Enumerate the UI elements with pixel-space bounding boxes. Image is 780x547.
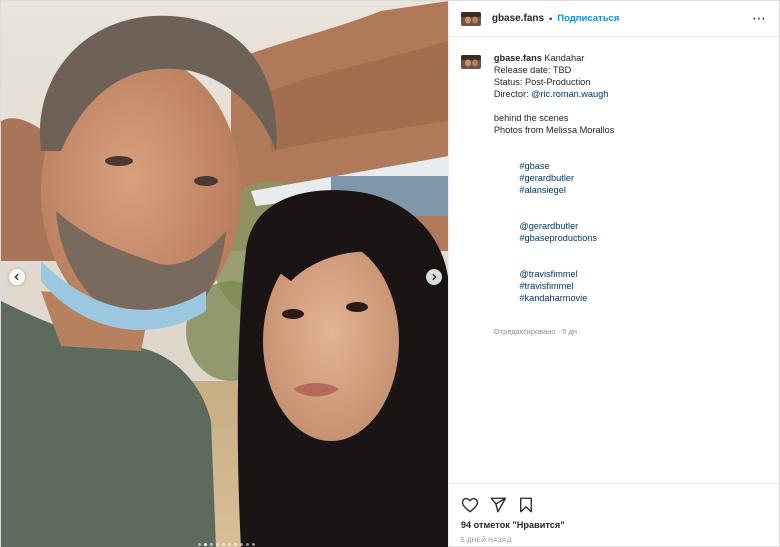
hashtag-link[interactable]: #gerardbutler bbox=[519, 173, 574, 183]
post-actions: 94 отметок "Нравится" 5 ДНЕЙ НАЗАД bbox=[448, 483, 779, 547]
carousel-dot bbox=[198, 543, 201, 546]
post-photo bbox=[1, 1, 448, 547]
separator-dot: • bbox=[549, 13, 553, 24]
caption-text: gbase.fans Kandahar Release date: TBD St… bbox=[494, 52, 615, 547]
avatar-image bbox=[460, 55, 481, 69]
carousel-dot bbox=[240, 543, 243, 546]
carousel-dot bbox=[210, 543, 213, 546]
instagram-post: gbase.fans • Подписаться ⋯ gbase.fans Ka… bbox=[0, 0, 780, 547]
avatar[interactable] bbox=[460, 11, 481, 26]
previous-photo-button[interactable] bbox=[9, 269, 25, 285]
heart-icon[interactable] bbox=[461, 496, 479, 514]
post-media[interactable] bbox=[1, 1, 448, 547]
mention-link[interactable]: @gerardbutler bbox=[519, 221, 578, 231]
carousel-dot bbox=[228, 543, 231, 546]
hashtag-link[interactable]: #gbase bbox=[519, 161, 549, 171]
hashtag-link[interactable]: #kandaharmovie bbox=[519, 293, 587, 303]
caption-line: Photos from Melissa Morallos bbox=[493, 125, 615, 135]
caption-area: gbase.fans Kandahar Release date: TBD St… bbox=[449, 37, 779, 547]
caption-avatar[interactable] bbox=[460, 55, 481, 69]
carousel-dot bbox=[222, 543, 225, 546]
more-horizontal-icon[interactable]: ⋯ bbox=[752, 10, 767, 27]
hashtag-link[interactable]: #alansiegel bbox=[519, 185, 566, 195]
post-timestamp[interactable]: 5 ДНЕЙ НАЗАД bbox=[449, 530, 779, 544]
post-header: gbase.fans • Подписаться ⋯ bbox=[448, 1, 779, 37]
chevron-right-icon bbox=[432, 273, 437, 281]
bookmark-icon[interactable] bbox=[517, 496, 535, 514]
hashtag-link[interactable]: #travisfimmel bbox=[519, 281, 573, 291]
caption-username[interactable]: gbase.fans bbox=[494, 53, 542, 63]
username-link[interactable]: gbase.fans bbox=[492, 13, 544, 24]
director-label: Director: bbox=[493, 89, 532, 99]
carousel-dot bbox=[252, 543, 255, 546]
caption-line: behind the scenes bbox=[493, 113, 569, 123]
send-icon[interactable] bbox=[489, 496, 507, 514]
carousel-dot bbox=[246, 543, 249, 546]
likes-count[interactable]: 94 отметок "Нравится" bbox=[449, 518, 779, 530]
post-sidebar: gbase.fans • Подписаться ⋯ gbase.fans Ka… bbox=[447, 1, 779, 547]
chevron-left-icon bbox=[14, 273, 19, 281]
director-link[interactable]: @ric.roman.waugh bbox=[531, 89, 608, 99]
carousel-dot bbox=[216, 543, 219, 546]
caption-line: Status: Post-Production bbox=[493, 77, 591, 87]
carousel-indicator bbox=[198, 543, 255, 546]
next-photo-button[interactable] bbox=[426, 269, 442, 285]
follow-button[interactable]: Подписаться bbox=[557, 13, 619, 24]
mention-link[interactable]: @travisfimmel bbox=[519, 269, 577, 279]
edited-timestamp: Отредактировано · 5 дн. bbox=[493, 327, 580, 336]
carousel-dot bbox=[234, 543, 237, 546]
hashtag-link[interactable]: #gbaseproductions bbox=[519, 233, 597, 243]
avatar-image bbox=[460, 11, 481, 26]
caption-line: Release date: TBD bbox=[493, 65, 572, 75]
carousel-dot bbox=[204, 543, 207, 546]
caption-first-line: Kandahar bbox=[544, 53, 585, 63]
